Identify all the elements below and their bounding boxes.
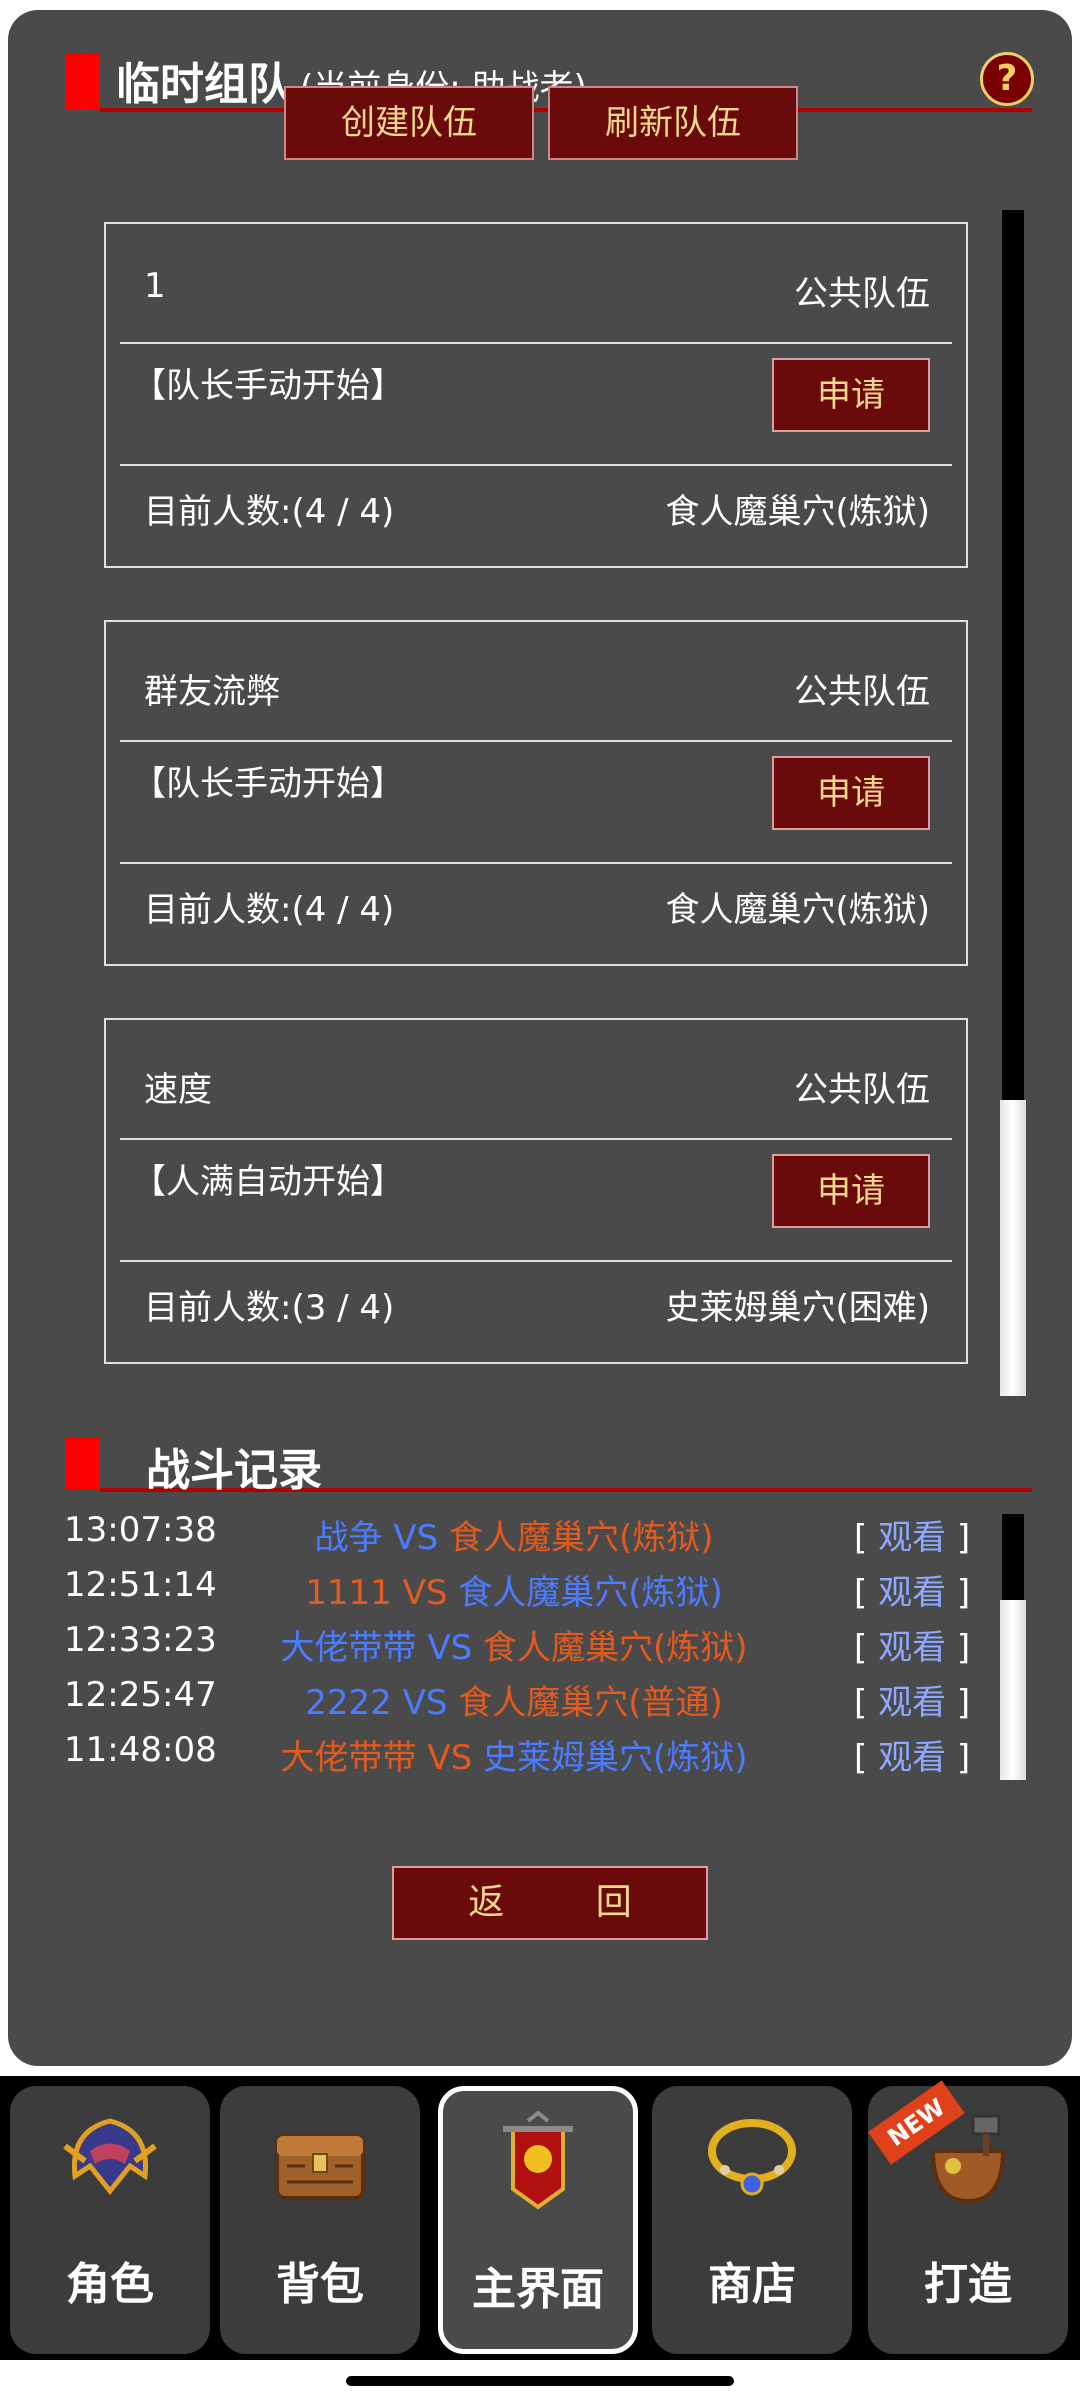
watch-label: 观看 — [878, 1573, 947, 1613]
log-vs: VS — [427, 1628, 473, 1668]
back-button[interactable]: 返 回 — [392, 1866, 708, 1940]
watch-link[interactable]: [ 观看 ] — [854, 1510, 970, 1559]
log-left-team: 大佬带带 — [280, 1738, 417, 1778]
member-count: 目前人数:(4 / 4) — [144, 492, 395, 532]
banner-icon — [503, 2111, 573, 2210]
dungeon-name: 食人魔巢穴(炼狱) — [665, 492, 930, 532]
apply-button[interactable]: 申请 — [772, 358, 930, 432]
tab-crafting[interactable]: NEW 打造 — [868, 2080, 1068, 2354]
log-right-team: 史莱姆巢穴(炼狱) — [482, 1738, 748, 1778]
divider — [120, 862, 952, 864]
battle-log-row: 12:25:47 2222 VS 食人魔巢穴(普通) [ 观看 ] — [64, 1675, 994, 1725]
log-match: 大佬带带 VS 史莱姆巢穴(炼狱) — [234, 1730, 794, 1779]
log-vs: VS — [427, 1738, 473, 1778]
tab-label: 角色 — [66, 2259, 154, 2310]
team-card: 群友流弊 公共队伍 【队长手动开始】 申请 目前人数:(4 / 4) 食人魔巢穴… — [104, 620, 968, 966]
log-match: 大佬带带 VS 食人魔巢穴(炼狱) — [234, 1620, 794, 1669]
start-mode: 【人满自动开始】 — [132, 1162, 404, 1202]
team-type: 公共队伍 — [794, 672, 930, 712]
tab-label: 背包 — [276, 2259, 364, 2310]
help-icon[interactable]: ? — [980, 52, 1034, 106]
battle-log-row: 11:48:08 大佬带带 VS 史莱姆巢穴(炼狱) [ 观看 ] — [64, 1730, 994, 1780]
team-panel: 临时组队(当前身份: 助战者) ? 创建队伍 刷新队伍 1 公共队伍 【队长手动… — [8, 10, 1072, 2066]
watch-link[interactable]: [ 观看 ] — [854, 1565, 970, 1614]
team-name: 群友流弊 — [144, 672, 280, 712]
team-name: 速度 — [144, 1070, 212, 1110]
tab-character[interactable]: 角色 — [10, 2086, 210, 2354]
watch-label: 观看 — [878, 1683, 947, 1723]
log-match: 战争 VS 食人魔巢穴(炼狱) — [234, 1510, 794, 1559]
team-type: 公共队伍 — [794, 274, 930, 314]
watch-label: 观看 — [878, 1628, 947, 1668]
log-right-team: 食人魔巢穴(炼狱) — [482, 1628, 748, 1668]
tab-label: 主界面 — [472, 2264, 604, 2315]
bottom-tab-bar: 角色 背包 主界面 商店 NEW 打造 — [0, 2076, 1080, 2360]
refresh-team-button[interactable]: 刷新队伍 — [548, 86, 798, 160]
log-right-team: 食人魔巢穴(炼狱) — [448, 1518, 714, 1558]
tab-main[interactable]: 主界面 — [438, 2086, 638, 2354]
battle-log-title: 战斗记录 — [146, 1445, 322, 1496]
dungeon-name: 食人魔巢穴(炼狱) — [665, 890, 930, 930]
watch-label: 观看 — [878, 1738, 947, 1778]
apply-button[interactable]: 申请 — [772, 756, 930, 830]
divider — [120, 1138, 952, 1140]
battle-log-row: 13:07:38 战争 VS 食人魔巢穴(炼狱) [ 观看 ] — [64, 1510, 994, 1560]
watch-label: 观看 — [878, 1518, 947, 1558]
log-time: 11:48:08 — [64, 1730, 217, 1770]
start-mode: 【队长手动开始】 — [132, 366, 404, 406]
log-left-team: 2222 — [305, 1683, 392, 1723]
log-accent — [66, 1438, 100, 1490]
chest-icon — [275, 2134, 365, 2200]
necklace-icon — [708, 2119, 796, 2196]
divider — [120, 740, 952, 742]
tab-label: 商店 — [708, 2259, 796, 2310]
watch-link[interactable]: [ 观看 ] — [854, 1730, 970, 1779]
team-card: 1 公共队伍 【队长手动开始】 申请 目前人数:(4 / 4) 食人魔巢穴(炼狱… — [104, 222, 968, 568]
log-match: 1111 VS 食人魔巢穴(炼狱) — [234, 1565, 794, 1614]
tab-backpack[interactable]: 背包 — [220, 2086, 420, 2354]
log-time: 13:07:38 — [64, 1510, 217, 1550]
log-time: 12:25:47 — [64, 1675, 217, 1715]
divider — [120, 342, 952, 344]
apply-button[interactable]: 申请 — [772, 1154, 930, 1228]
log-vs: VS — [402, 1683, 448, 1723]
log-scrollbar[interactable] — [1002, 1514, 1024, 1600]
team-type: 公共队伍 — [794, 1070, 930, 1110]
log-left-team: 大佬带带 — [280, 1628, 417, 1668]
header-accent — [66, 54, 100, 110]
log-time: 12:51:14 — [64, 1565, 217, 1605]
log-match: 2222 VS 食人魔巢穴(普通) — [234, 1675, 794, 1724]
log-time: 12:33:23 — [64, 1620, 217, 1660]
team-list-scrollbar[interactable] — [1002, 210, 1024, 1100]
log-left-team: 战争 — [314, 1518, 383, 1558]
dungeon-name: 史莱姆巢穴(困难) — [665, 1288, 930, 1328]
title-text: 临时组队 — [116, 59, 292, 110]
member-count: 目前人数:(4 / 4) — [144, 890, 395, 930]
member-count: 目前人数:(3 / 4) — [144, 1288, 395, 1328]
log-right-team: 食人魔巢穴(普通) — [458, 1683, 723, 1723]
team-list-scroll-thumb[interactable] — [1000, 1100, 1026, 1396]
watch-link[interactable]: [ 观看 ] — [854, 1675, 970, 1724]
team-card: 速度 公共队伍 【人满自动开始】 申请 目前人数:(3 / 4) 史莱姆巢穴(困… — [104, 1018, 968, 1364]
log-vs: VS — [402, 1573, 448, 1613]
battle-log-row: 12:33:23 大佬带带 VS 食人魔巢穴(炼狱) [ 观看 ] — [64, 1620, 994, 1670]
log-vs: VS — [393, 1518, 439, 1558]
helmet-icon — [63, 2118, 157, 2196]
home-indicator[interactable] — [346, 2376, 734, 2386]
start-mode: 【队长手动开始】 — [132, 764, 404, 804]
battle-log-row: 12:51:14 1111 VS 食人魔巢穴(炼狱) [ 观看 ] — [64, 1565, 994, 1615]
divider — [120, 464, 952, 466]
create-team-button[interactable]: 创建队伍 — [284, 86, 534, 160]
watch-link[interactable]: [ 观看 ] — [854, 1620, 970, 1669]
tab-shop[interactable]: 商店 — [652, 2086, 852, 2354]
team-name: 1 — [144, 266, 166, 306]
log-scroll-thumb[interactable] — [1000, 1600, 1026, 1780]
log-left-team: 1111 — [305, 1573, 392, 1613]
log-right-team: 食人魔巢穴(炼狱) — [458, 1573, 723, 1613]
tab-label: 打造 — [924, 2259, 1012, 2310]
divider — [120, 1260, 952, 1262]
